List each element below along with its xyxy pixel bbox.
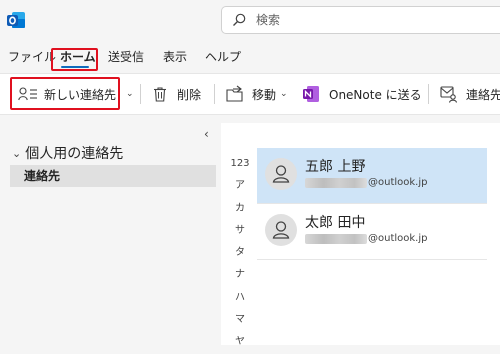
main-area: ‹ ⌄ 個人用の連絡先 連絡先 123 ア カ サ タ ナ ハ マ ヤ 五郎 上…	[0, 123, 500, 347]
onenote-label: OneNote に送る	[329, 87, 422, 102]
tab-send-receive[interactable]: 送受信	[108, 48, 144, 70]
contact-card-icon	[440, 86, 458, 103]
email-domain: @outlook.jp	[368, 233, 428, 244]
contact-email: @outlook.jp	[305, 177, 428, 188]
contact-name: 五郎 上野	[305, 159, 366, 175]
move-folder-icon	[226, 85, 243, 102]
email-domain: @outlook.jp	[368, 177, 428, 188]
index-entry[interactable]: サ	[228, 220, 252, 242]
contact-button[interactable]: 連絡先	[440, 74, 500, 114]
contact-card[interactable]: 太郎 田中 @outlook.jp	[257, 204, 487, 260]
highlight-box-home	[51, 48, 98, 71]
ribbon-divider	[140, 84, 141, 104]
title-bar	[0, 0, 500, 40]
chevron-down-icon[interactable]: ⌄	[280, 89, 288, 99]
ribbon-divider	[214, 84, 215, 104]
delete-button[interactable]: 削除	[152, 74, 201, 114]
tab-help[interactable]: ヘルプ	[205, 48, 241, 70]
contact-name: 太郎 田中	[305, 215, 366, 231]
contact-card[interactable]: 五郎 上野 @outlook.jp	[257, 148, 487, 204]
contact-email: @outlook.jp	[305, 233, 428, 244]
index-entry[interactable]: ナ	[228, 264, 252, 286]
person-icon	[272, 165, 290, 183]
trash-icon	[154, 87, 166, 102]
onenote-button[interactable]: OneNote に送る	[302, 74, 422, 114]
avatar	[265, 214, 297, 246]
outlook-logo-icon	[7, 12, 25, 28]
move-button[interactable]: 移動 ⌄	[226, 74, 288, 114]
alphabet-index: 123 ア カ サ タ ナ ハ マ ヤ	[228, 153, 252, 354]
contact-label: 連絡先	[466, 87, 500, 102]
index-entry[interactable]: タ	[228, 242, 252, 264]
index-entry[interactable]: カ	[228, 198, 252, 220]
index-entry[interactable]: ヤ	[228, 331, 252, 353]
redacted-text	[305, 233, 367, 244]
chevron-down-icon[interactable]: ⌄	[126, 89, 134, 99]
avatar	[265, 158, 297, 190]
highlight-box-new-contact	[10, 77, 120, 110]
tab-view[interactable]: 表示	[163, 48, 187, 70]
delete-label: 削除	[177, 87, 202, 102]
folder-group-header[interactable]: ⌄ 個人用の連絡先	[12, 143, 123, 163]
index-entry[interactable]: ア	[228, 175, 252, 197]
sidebar-item-contacts[interactable]: 連絡先	[10, 165, 216, 187]
index-entry[interactable]: ハ	[228, 287, 252, 309]
person-icon	[272, 221, 290, 239]
contact-list: 五郎 上野 @outlook.jp 太郎 田中 @outlook.jp	[257, 148, 487, 260]
chevron-down-icon: ⌄	[12, 146, 22, 160]
move-label: 移動	[252, 87, 277, 102]
folder-pane: ‹ ⌄ 個人用の連絡先 連絡先	[0, 123, 221, 345]
folder-group-label: 個人用の連絡先	[25, 146, 124, 162]
redacted-text	[305, 177, 367, 188]
onenote-icon	[303, 86, 319, 102]
ribbon-divider	[428, 84, 429, 104]
search-box[interactable]	[221, 6, 500, 34]
search-icon	[233, 13, 246, 26]
tab-file[interactable]: ファイル	[8, 48, 56, 70]
collapse-pane-icon[interactable]: ‹	[204, 127, 209, 141]
search-input[interactable]	[256, 11, 486, 29]
index-entry[interactable]: 123	[228, 153, 252, 175]
index-entry[interactable]: マ	[228, 309, 252, 331]
